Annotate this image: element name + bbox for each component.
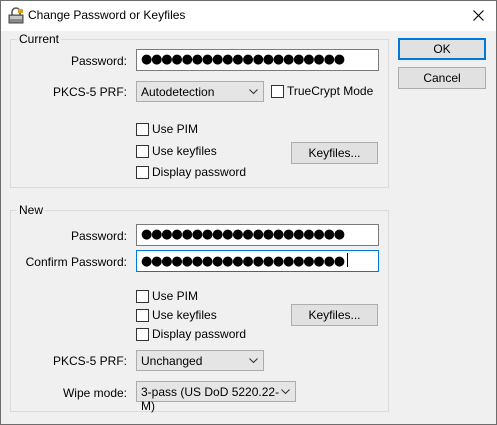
current-prf-select[interactable]: Autodetection: [136, 81, 264, 102]
current-prf-label: PKCS-5 PRF:: [52, 85, 127, 99]
text-caret: [346, 253, 348, 267]
cancel-button[interactable]: Cancel: [398, 67, 486, 89]
current-use-keyfiles-checkbox[interactable]: Use keyfiles: [136, 145, 217, 159]
current-use-keyfiles-label: Use keyfiles: [152, 144, 217, 158]
confirm-password-mask: ●●●●●●●●●●●●●●●●●●●●: [141, 254, 345, 269]
new-use-pim-checkbox[interactable]: Use PIM: [136, 290, 198, 304]
wipe-mode-select[interactable]: 3-pass (US DoD 5220.22-M): [136, 381, 296, 413]
close-icon: [473, 10, 484, 21]
new-use-keyfiles-checkbox[interactable]: Use keyfiles: [136, 309, 217, 323]
ok-button[interactable]: OK: [398, 38, 486, 60]
new-use-keyfiles-label: Use keyfiles: [152, 308, 217, 322]
checkbox-box: [271, 85, 284, 98]
new-keyfiles-button[interactable]: Keyfiles...: [291, 304, 378, 326]
new-legend: New: [17, 203, 46, 217]
current-keyfiles-button[interactable]: Keyfiles...: [291, 142, 378, 164]
change-password-dialog: Change Password or Keyfiles Current Pass…: [0, 0, 497, 425]
confirm-password-label: Confirm Password:: [25, 255, 127, 269]
new-prf-select[interactable]: Unchanged: [136, 350, 264, 371]
title-bar: Change Password or Keyfiles: [1, 1, 496, 31]
truecrypt-app-icon: [7, 7, 25, 25]
checkbox-box: [136, 145, 149, 158]
current-display-password-label: Display password: [152, 165, 247, 179]
wipe-mode-label: Wipe mode:: [62, 386, 127, 400]
truecrypt-mode-checkbox[interactable]: TrueCrypt Mode: [271, 85, 373, 99]
new-display-password-checkbox[interactable]: Display password: [136, 328, 246, 342]
new-password-field[interactable]: ●●●●●●●●●●●●●●●●●●●●: [136, 224, 379, 246]
window-title: Change Password or Keyfiles: [28, 8, 186, 22]
new-use-pim-label: Use PIM: [152, 289, 199, 303]
current-password-mask: ●●●●●●●●●●●●●●●●●●●●: [141, 52, 345, 67]
confirm-password-field[interactable]: ●●●●●●●●●●●●●●●●●●●●: [136, 250, 379, 272]
chevron-down-icon: [249, 358, 258, 364]
current-legend: Current: [17, 32, 62, 46]
chevron-down-icon: [249, 89, 258, 95]
new-password-label: Password:: [70, 229, 127, 243]
checkbox-box: [136, 123, 149, 136]
current-password-field[interactable]: ●●●●●●●●●●●●●●●●●●●●: [136, 49, 379, 71]
current-display-password-checkbox[interactable]: Display password: [136, 166, 246, 180]
chevron-down-icon: [281, 389, 290, 395]
checkbox-box: [136, 290, 149, 303]
current-use-pim-label: Use PIM: [152, 122, 199, 136]
checkbox-box: [136, 166, 149, 179]
current-password-label: Password:: [70, 54, 127, 68]
checkbox-box: [136, 328, 149, 341]
new-password-mask: ●●●●●●●●●●●●●●●●●●●●: [141, 227, 345, 242]
new-prf-label: PKCS-5 PRF:: [52, 354, 127, 368]
current-use-pim-checkbox[interactable]: Use PIM: [136, 123, 198, 137]
checkbox-box: [136, 309, 149, 322]
new-display-password-label: Display password: [152, 327, 247, 341]
new-prf-value: Unchanged: [141, 354, 203, 368]
truecrypt-mode-label: TrueCrypt Mode: [287, 84, 374, 98]
close-button[interactable]: [460, 1, 496, 30]
current-prf-value: Autodetection: [141, 85, 215, 99]
